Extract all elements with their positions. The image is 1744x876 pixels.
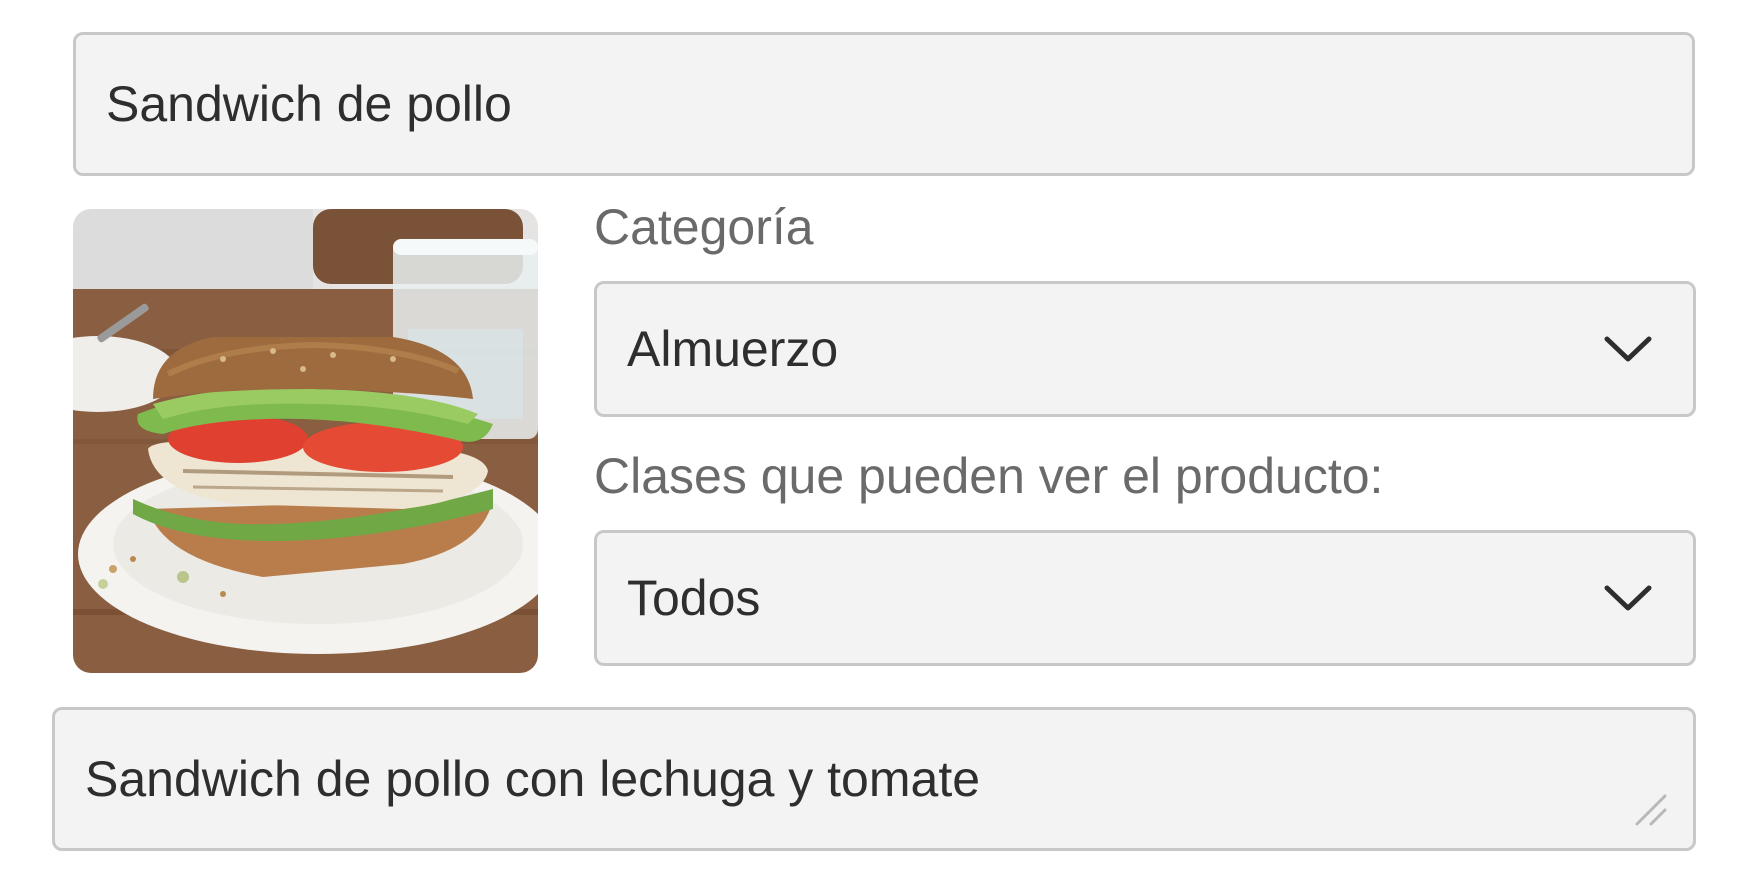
product-description-textarea[interactable]: Sandwich de pollo con lechuga y tomate xyxy=(52,707,1696,851)
classes-selected-value: Todos xyxy=(627,570,761,626)
product-name-value: Sandwich de pollo xyxy=(106,76,512,132)
category-label: Categoría xyxy=(594,199,814,255)
classes-dropdown[interactable]: Todos xyxy=(594,530,1696,666)
resize-handle-icon[interactable] xyxy=(1633,792,1667,826)
product-name-input[interactable]: Sandwich de pollo xyxy=(73,32,1695,176)
chevron-down-icon xyxy=(1604,336,1652,362)
product-description-value: Sandwich de pollo con lechuga y tomate xyxy=(85,751,981,807)
classes-label: Clases que pueden ver el producto: xyxy=(594,448,1384,504)
product-image[interactable] xyxy=(73,209,538,673)
category-selected-value: Almuerzo xyxy=(627,321,839,377)
chevron-down-icon xyxy=(1604,585,1652,611)
category-dropdown[interactable]: Almuerzo xyxy=(594,281,1696,417)
